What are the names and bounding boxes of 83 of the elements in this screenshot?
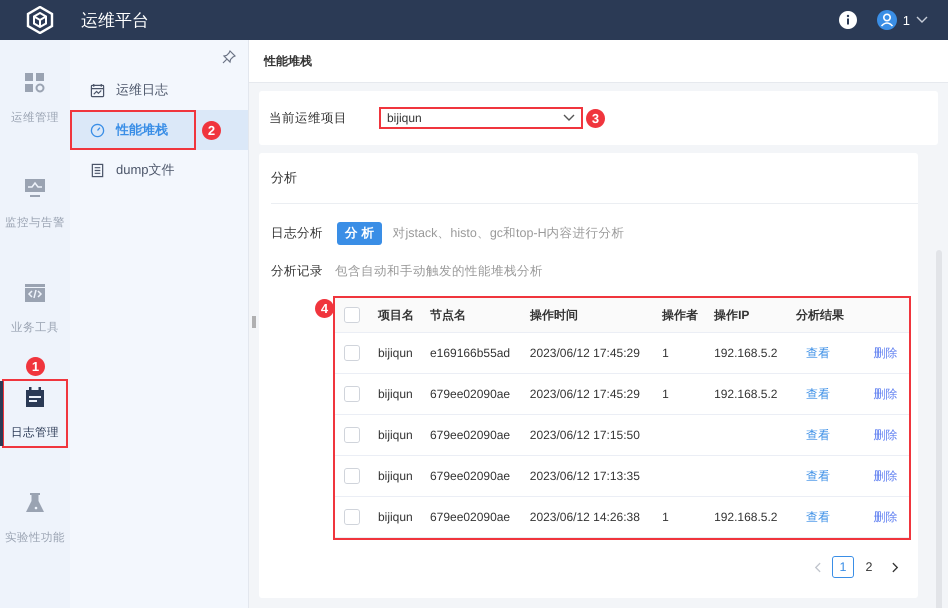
table-cell: 2023/06/12 17:15:50 [530,428,640,442]
table-cell: bijiqun [378,428,413,442]
delete-link[interactable]: 删除 [846,428,898,442]
app-title: 运维平台 [81,10,149,32]
field-label: 分析记录 [271,262,321,280]
table-cell: 192.168.5.2 [714,346,778,360]
column-header: 操作者 [656,298,708,332]
callout-badge: 3 [586,108,605,128]
table-cell: 679ee02090ae [430,469,510,483]
gauge-icon [90,122,105,138]
calendar-chart-icon [90,82,105,98]
caret-icon [563,114,575,122]
caret-icon [916,16,928,24]
column-header: 操作IP [708,298,790,332]
delete-link[interactable]: 删除 [846,510,898,524]
delete-link[interactable]: 删除 [846,346,898,360]
project-select[interactable]: bijiqun [379,107,583,129]
sidebar-item[interactable]: 实验性功能 [0,492,70,545]
menu-item[interactable]: 运维日志 [70,70,248,110]
sidebar-item[interactable]: 业务工具 [0,282,70,335]
table-cell: 679ee02090ae [430,510,510,524]
table-cell: 192.168.5.2 [714,510,778,524]
monitor-icon [24,177,46,199]
chevron-right-icon [892,562,898,572]
flask-icon [24,492,46,514]
view-link[interactable]: 查看 [796,468,830,482]
resize-handle[interactable] [252,316,256,328]
info-icon[interactable] [838,11,857,29]
hint-text: 包含自动和手动触发的性能堆栈分析 [335,262,543,280]
callout-badge: 4 [315,299,334,318]
hint-text: 对jstack、histo、gc和top-H内容进行分析 [392,224,625,242]
delete-link[interactable]: 删除 [846,386,898,400]
user-avatar-icon [876,10,897,30]
analyze-button[interactable]: 分 析 [337,222,382,244]
table-cell: 1 [662,510,669,524]
grid-icon [24,72,46,94]
column-header: 操作时间 [524,298,656,332]
view-link[interactable]: 查看 [796,510,830,524]
cube-logo-icon [26,6,54,34]
table-cell: 2023/06/12 17:13:35 [530,469,640,483]
section-title: 分析 [271,153,918,204]
menu-item[interactable]: dump文件 [70,150,248,190]
table-cell: bijiqun [378,469,413,483]
sidebar-item[interactable]: 监控与告警 [0,177,70,230]
column-header: 节点名 [424,298,524,332]
checkbox[interactable] [344,345,360,361]
field-label: 日志分析 [271,224,321,242]
callout-badge: 1 [26,357,45,376]
sidebar-item[interactable]: 运维管理 [0,72,70,125]
chevron-left-icon [814,562,820,572]
user-menu[interactable]: 1 [876,10,928,30]
page-title: 性能堆栈 [264,52,312,70]
page-button[interactable]: 1 [832,556,854,578]
callout-badge: 2 [202,120,221,140]
checkbox[interactable] [344,307,360,323]
table-cell: 2023/06/12 17:45:29 [530,387,640,401]
pin-icon[interactable] [222,50,236,64]
table-cell: bijiqun [378,510,413,524]
table-cell: 679ee02090ae [430,387,510,401]
view-link[interactable]: 查看 [796,386,830,400]
calendar-icon [24,387,46,409]
table-cell: bijiqun [378,346,413,360]
column-header: 项目名 [372,298,424,332]
checkbox[interactable] [344,509,360,525]
view-link[interactable]: 查看 [796,428,830,442]
table-cell: 2023/06/12 14:26:38 [530,510,640,524]
code-window-icon [24,282,46,304]
checkbox[interactable] [344,386,360,402]
delete-link[interactable]: 删除 [846,468,898,482]
table-cell: 2023/06/12 17:45:29 [530,346,640,360]
document-icon [90,162,105,178]
checkbox[interactable] [344,427,360,443]
menu-item[interactable]: 性能堆栈 2 [70,110,248,150]
table-cell: 679ee02090ae [430,428,510,442]
checkbox[interactable] [344,468,360,484]
table-cell: bijiqun [378,387,413,401]
table-cell: 1 [662,387,669,401]
table-cell: e169166b55ad [430,346,510,360]
table-cell: 1 [662,346,669,360]
column-header: 分析结果 [790,298,909,332]
field-label: 当前运维项目 [269,110,348,126]
table-cell: 192.168.5.2 [714,387,778,401]
view-link[interactable]: 查看 [796,346,830,360]
